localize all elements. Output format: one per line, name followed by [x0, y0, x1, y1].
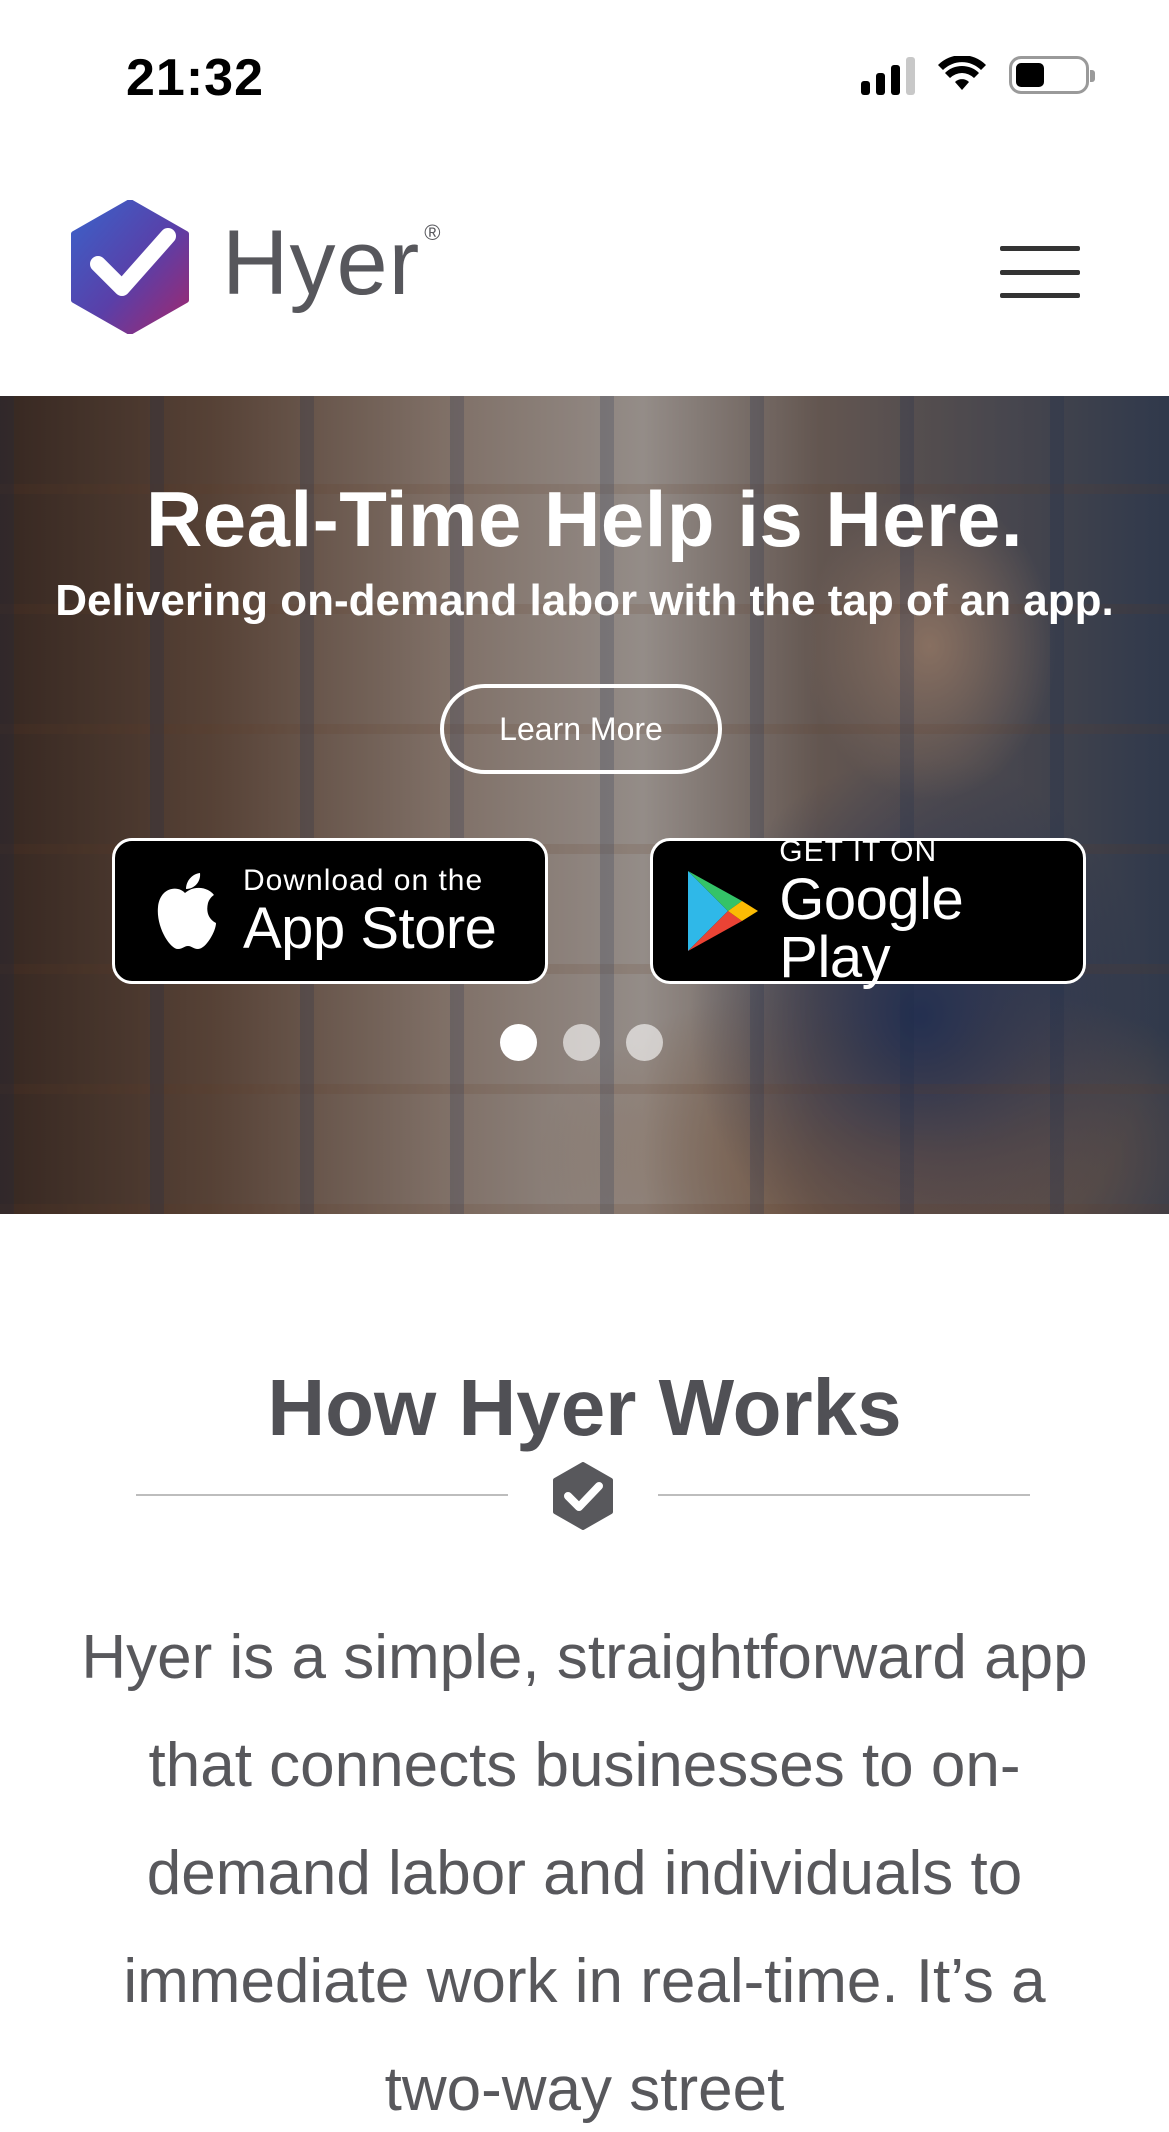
apple-icon	[145, 871, 225, 951]
app-store-small-text: Download on the	[243, 864, 484, 897]
google-play-badge[interactable]: GET IT ON Google Play	[650, 835, 1086, 990]
carousel-dot-3[interactable]	[626, 1024, 663, 1061]
google-play-big-text: Google Play	[779, 867, 964, 990]
site-header: Hyer ®	[0, 150, 1169, 396]
section-body: Hyer is a simple, straightforward app th…	[81, 1623, 1088, 2124]
check-badge-icon	[553, 1462, 613, 1530]
status-bar: 21:32	[0, 0, 1169, 150]
app-store-big-text: App Store	[243, 896, 497, 961]
divider-right	[658, 1494, 1030, 1496]
hyer-logo-icon	[71, 200, 189, 334]
menu-icon[interactable]	[1000, 246, 1080, 298]
hero-title: Real-Time Help is Here.	[145, 475, 1024, 563]
learn-more-button[interactable]: Learn More	[440, 684, 722, 774]
hyer-logo[interactable]: Hyer ®	[68, 200, 440, 334]
hero-banner: Real-Time Help is Here. Delivering on-de…	[0, 396, 1169, 1214]
carousel-dot-2[interactable]	[563, 1024, 600, 1061]
google-play-small-text: GET IT ON	[779, 835, 938, 868]
hero-subtitle: Delivering on-demand labor with the tap …	[55, 576, 1114, 625]
status-time: 21:32	[126, 49, 264, 107]
battery-icon	[1009, 56, 1095, 94]
carousel-dot-1[interactable]	[500, 1024, 537, 1061]
google-play-icon	[683, 871, 761, 951]
app-store-badge[interactable]: Download on the App Store	[112, 838, 548, 984]
logo-text: Hyer	[222, 211, 421, 314]
section-title: How Hyer Works	[267, 1363, 902, 1452]
carousel-dots	[500, 1024, 663, 1061]
status-icons	[861, 55, 1095, 95]
registered-mark: ®	[424, 220, 441, 245]
divider-left	[136, 1494, 508, 1496]
signal-icon	[861, 55, 915, 95]
how-it-works-section: How Hyer Works Hyer is a simple, straigh…	[0, 1214, 1169, 2132]
wifi-icon	[938, 56, 986, 90]
